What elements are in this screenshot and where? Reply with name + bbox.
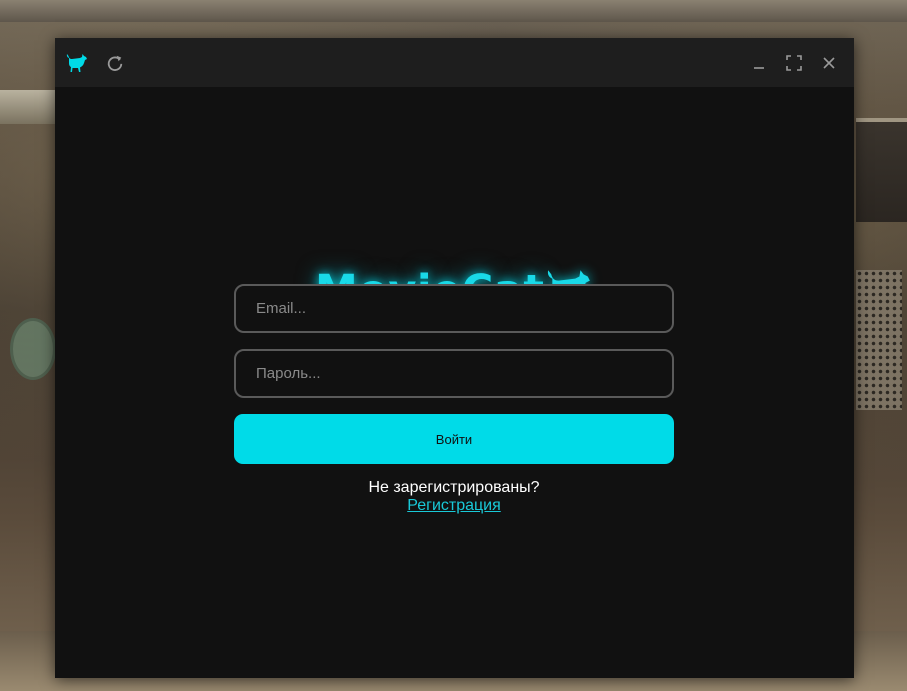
- wallpaper-fan: [10, 318, 56, 380]
- close-icon[interactable]: [817, 51, 841, 75]
- register-block: Не зарегистрированы? Регистрация: [234, 479, 674, 515]
- login-button[interactable]: Войти: [234, 414, 674, 464]
- login-panel: MovieCat Войти Не зарегистрированы? Реги…: [55, 87, 854, 678]
- wallpaper-beam: [0, 0, 907, 22]
- password-field[interactable]: [234, 349, 674, 398]
- wallpaper-shelf-left: [0, 90, 56, 124]
- refresh-icon[interactable]: [103, 51, 127, 75]
- minimize-icon[interactable]: [747, 51, 771, 75]
- cat-icon: [65, 51, 89, 75]
- title-bar[interactable]: [55, 38, 854, 87]
- app-window: MovieCat Войти Не зарегистрированы? Реги…: [55, 38, 854, 678]
- register-link[interactable]: Регистрация: [407, 497, 501, 514]
- maximize-icon[interactable]: [782, 51, 806, 75]
- wallpaper-shelf-right: [856, 118, 907, 222]
- register-prompt: Не зарегистрированы?: [368, 479, 540, 496]
- wallpaper-pegboard: [856, 270, 902, 410]
- email-field[interactable]: [234, 284, 674, 333]
